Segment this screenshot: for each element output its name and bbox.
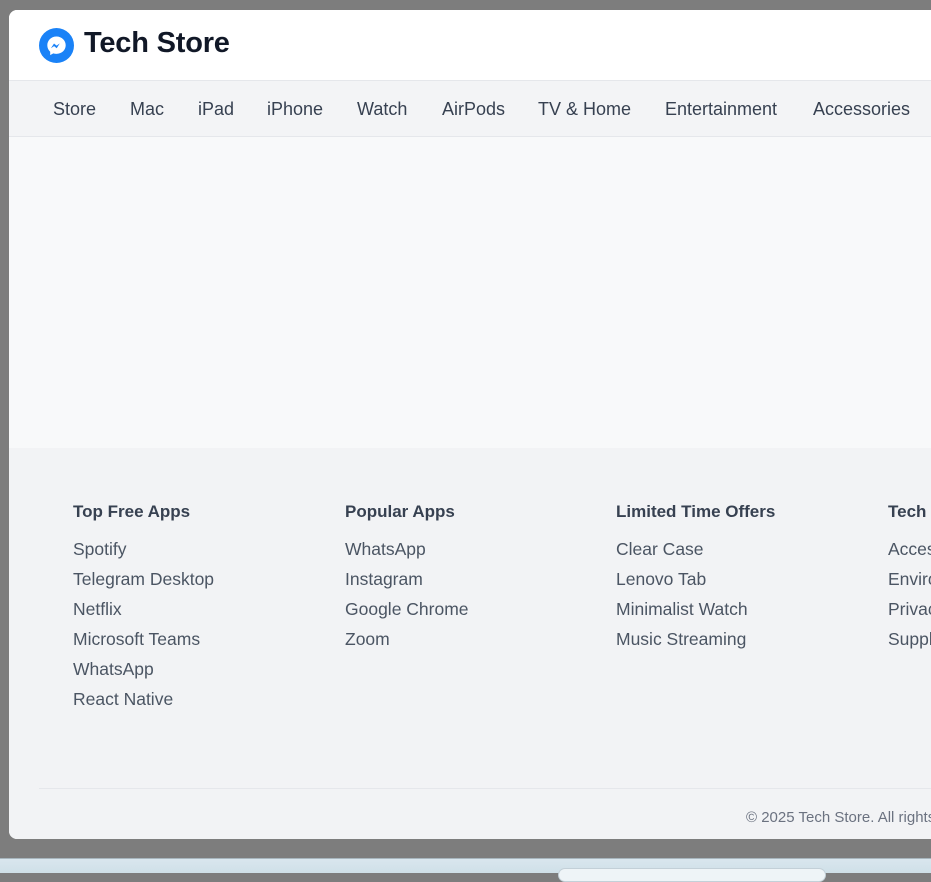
taskbar-search-box[interactable] (558, 868, 826, 882)
footer-column-limited-time-offers: Limited Time Offers Clear Case Lenovo Ta… (616, 500, 775, 654)
footer-link[interactable]: Privac (888, 594, 931, 624)
footer-link[interactable]: Minimalist Watch (616, 594, 775, 624)
footer-link[interactable]: WhatsApp (345, 534, 469, 564)
main-nav: Store Mac iPad iPhone Watch AirPods TV &… (9, 81, 931, 137)
nav-item-tv-home[interactable]: TV & Home (538, 99, 631, 120)
footer-heading: Top Free Apps (73, 502, 191, 521)
nav-item-accessories[interactable]: Accessories (813, 99, 910, 120)
footer-link[interactable]: Lenovo Tab (616, 564, 775, 594)
footer-heading: Popular Apps (345, 502, 455, 521)
footer-link[interactable]: Zoom (345, 624, 469, 654)
site-title[interactable]: Tech Store (84, 27, 230, 60)
footer-link[interactable]: Telegram Desktop (73, 564, 214, 594)
nav-item-ipad[interactable]: iPad (198, 99, 234, 120)
footer-column-top-free-apps: Top Free Apps Spotify Telegram Desktop N… (73, 500, 214, 714)
nav-item-entertainment[interactable]: Entertainment (665, 99, 777, 120)
nav-item-watch[interactable]: Watch (357, 99, 407, 120)
footer-link[interactable]: Netflix (73, 594, 214, 624)
footer-link[interactable]: Google Chrome (345, 594, 469, 624)
nav-item-mac[interactable]: Mac (130, 99, 164, 120)
footer-link[interactable]: Instagram (345, 564, 469, 594)
footer-link[interactable]: Acces (888, 534, 931, 564)
footer-link[interactable]: WhatsApp (73, 654, 214, 684)
footer-link[interactable]: Clear Case (616, 534, 775, 564)
footer-link[interactable]: React Native (73, 684, 214, 714)
footer-link[interactable]: Enviro (888, 564, 931, 594)
footer-heading: Limited Time Offers (616, 502, 776, 521)
footer-column-popular-apps: Popular Apps WhatsApp Instagram Google C… (345, 500, 469, 654)
footer-link[interactable]: Microsoft Teams (73, 624, 214, 654)
site-header: Tech Store (9, 10, 931, 81)
nav-item-iphone[interactable]: iPhone (267, 99, 323, 120)
nav-item-store[interactable]: Store (53, 99, 96, 120)
main-content (9, 137, 931, 448)
footer-divider (39, 788, 931, 789)
copyright-text: © 2025 Tech Store. All rights (746, 809, 931, 826)
browser-window: Tech Store Store Mac iPad iPhone Watch A… (9, 10, 931, 839)
messenger-icon[interactable] (39, 28, 74, 63)
footer-link[interactable]: Spotify (73, 534, 214, 564)
footer-link[interactable]: Suppl (888, 624, 931, 654)
footer-link[interactable]: Music Streaming (616, 624, 775, 654)
site-footer: Top Free Apps Spotify Telegram Desktop N… (9, 448, 931, 839)
footer-heading: Tech V (888, 502, 931, 521)
footer-column-tech: Tech V Acces Enviro Privac Suppl (888, 500, 931, 654)
nav-item-airpods[interactable]: AirPods (442, 99, 505, 120)
